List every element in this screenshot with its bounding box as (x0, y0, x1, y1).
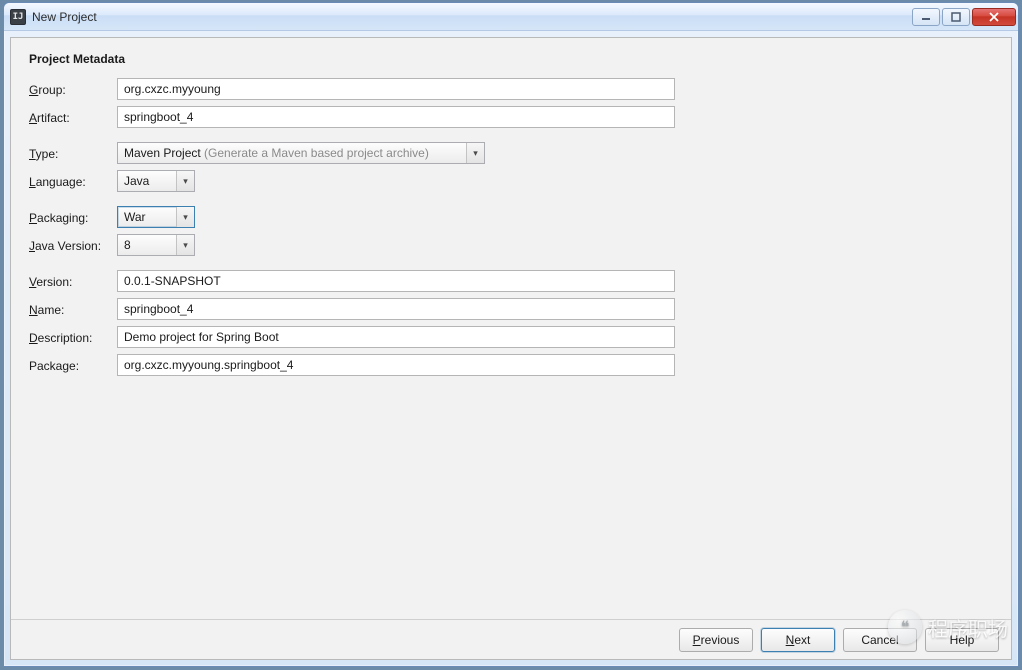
package-input[interactable] (117, 354, 675, 376)
group-label: Group: (29, 81, 117, 97)
package-label: Package: (29, 357, 117, 373)
titlebar[interactable]: IJ New Project (4, 3, 1018, 31)
type-select[interactable]: Maven Project (Generate a Maven based pr… (117, 142, 485, 164)
maximize-icon (951, 12, 961, 22)
language-select[interactable]: Java ▾ (117, 170, 195, 192)
cancel-button[interactable]: Cancel (843, 628, 917, 652)
window-title: New Project (32, 10, 912, 24)
previous-button[interactable]: Previous (679, 628, 753, 652)
window-controls (912, 8, 1016, 26)
artifact-label: Artifact: (29, 109, 117, 125)
java-version-label: Java Version: (29, 237, 117, 253)
section-title: Project Metadata (29, 52, 993, 66)
dialog-content: Project Metadata Group: Artifact: Type: … (10, 37, 1012, 660)
dialog-footer: Previous Next Cancel Help (11, 619, 1011, 659)
description-label: Description: (29, 329, 117, 345)
version-input[interactable] (117, 270, 675, 292)
name-label: Name: (29, 301, 117, 317)
artifact-input[interactable] (117, 106, 675, 128)
type-select-value: Maven Project (124, 146, 201, 160)
packaging-select-value: War (124, 210, 146, 224)
name-input[interactable] (117, 298, 675, 320)
type-select-hint: (Generate a Maven based project archive) (204, 146, 429, 160)
close-icon (988, 12, 1000, 22)
next-button[interactable]: Next (761, 628, 835, 652)
minimize-button[interactable] (912, 8, 940, 26)
chevron-down-icon: ▾ (466, 143, 484, 163)
new-project-dialog: IJ New Project Project Metadata Group: A… (3, 2, 1019, 667)
language-label: Language: (29, 173, 117, 189)
type-label: Type: (29, 145, 117, 161)
version-label: Version: (29, 273, 117, 289)
minimize-icon (921, 12, 931, 22)
help-button[interactable]: Help (925, 628, 999, 652)
chevron-down-icon: ▾ (176, 235, 194, 255)
packaging-label: Packaging: (29, 209, 117, 225)
description-input[interactable] (117, 326, 675, 348)
packaging-select[interactable]: War ▾ (117, 206, 195, 228)
group-input[interactable] (117, 78, 675, 100)
java-version-select-value: 8 (124, 238, 131, 252)
language-select-value: Java (124, 174, 149, 188)
maximize-button[interactable] (942, 8, 970, 26)
chevron-down-icon: ▾ (176, 207, 194, 227)
java-version-select[interactable]: 8 ▾ (117, 234, 195, 256)
app-icon: IJ (10, 9, 26, 25)
close-button[interactable] (972, 8, 1016, 26)
chevron-down-icon: ▾ (176, 171, 194, 191)
